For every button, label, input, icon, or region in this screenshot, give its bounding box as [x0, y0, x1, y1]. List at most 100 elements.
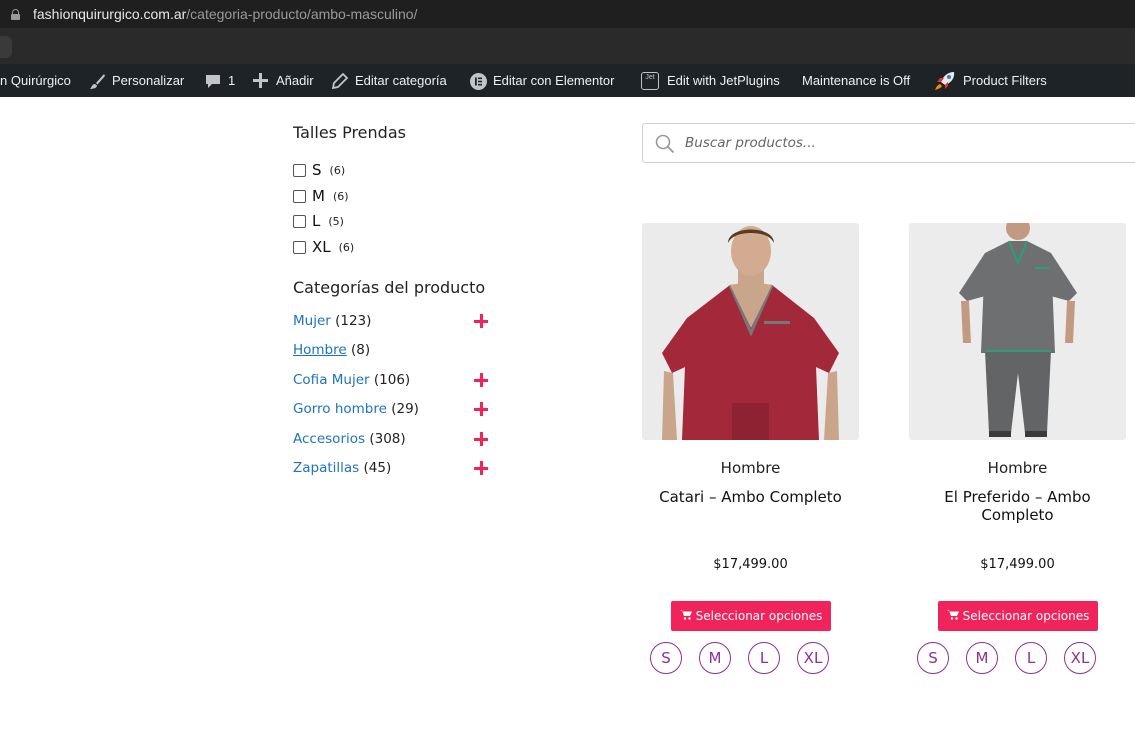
category-count: (123)	[335, 313, 372, 329]
admin-bar-maintenance[interactable]: Maintenance is Off	[802, 64, 910, 97]
category-count: (29)	[391, 401, 419, 417]
product-category: Hombre	[987, 459, 1048, 477]
admin-bar-product-filters[interactable]: Product Filters	[934, 64, 1047, 97]
cart-icon	[679, 609, 692, 623]
product-image[interactable]	[642, 223, 859, 440]
select-options-label: Seleccionar opciones	[962, 609, 1090, 623]
size-swatch[interactable]: M	[966, 642, 998, 674]
size-filter-xl[interactable]: XL (6)	[293, 238, 354, 256]
size-swatch[interactable]: S	[650, 642, 682, 674]
product-title[interactable]: El Preferido – Ambo Completo	[909, 488, 1126, 524]
select-options-button[interactable]: Seleccionar opciones	[671, 601, 831, 631]
admin-bar-edit-elementor[interactable]: Editar con Elementor	[470, 64, 614, 97]
url-path: /categoria-producto/ambo-masculino/	[186, 6, 418, 22]
product-price: $17,499.00	[980, 557, 1055, 572]
sizes-widget-title: Talles Prendas	[293, 123, 406, 142]
category-count: (308)	[369, 431, 406, 447]
size-label: XL	[312, 238, 331, 256]
category-item-zapatillas: Zapatillas (45)	[293, 460, 493, 480]
edit-jetplugins-label: Edit with JetPlugins	[667, 73, 780, 88]
size-swatch[interactable]: L	[1015, 642, 1047, 674]
admin-bar-customize[interactable]: Personalizar	[89, 64, 184, 97]
category-link[interactable]: Cofia Mujer	[293, 372, 370, 388]
search-input[interactable]	[683, 124, 1123, 162]
plus-icon	[253, 72, 269, 89]
size-swatch[interactable]: S	[917, 642, 949, 674]
expand-plus-icon[interactable]	[474, 461, 488, 475]
category-count: (106)	[373, 372, 411, 388]
admin-bar-site-name[interactable]: n Quirúrgico	[0, 64, 71, 97]
size-label: L	[312, 212, 321, 230]
size-count: (5)	[328, 214, 344, 228]
expand-plus-icon[interactable]	[474, 402, 488, 416]
size-swatches: S M L XL	[650, 642, 829, 674]
edit-elementor-label: Editar con Elementor	[493, 73, 615, 88]
size-swatch[interactable]: M	[699, 642, 731, 674]
category-item-hombre: Hombre (8)	[293, 342, 493, 362]
pencil-icon	[332, 72, 348, 89]
size-count: (6)	[329, 163, 346, 177]
browser-url-bar[interactable]: fashionquirurgico.com.ar/categoria-produ…	[0, 0, 1135, 28]
search-icon[interactable]	[655, 134, 675, 154]
comments-count: 1	[228, 73, 236, 88]
category-count: (8)	[351, 342, 371, 358]
browser-toolbar	[0, 28, 1135, 64]
admin-bar-comments[interactable]: 1	[205, 64, 235, 97]
maintenance-label: Maintenance is Off	[802, 73, 911, 88]
size-filter-l[interactable]: L (5)	[293, 212, 344, 230]
edit-category-label: Editar categoría	[355, 73, 447, 88]
toolbar-tab-edge	[0, 36, 12, 58]
category-item-mujer: Mujer (123)	[293, 313, 493, 333]
categories-widget-title: Categorías del producto	[293, 278, 486, 297]
lock-icon	[11, 9, 20, 20]
url-text[interactable]: fashionquirurgico.com.ar/categoria-produ…	[33, 6, 417, 22]
site-name-label: n Quirúrgico	[0, 73, 71, 88]
size-swatch[interactable]: XL	[797, 642, 829, 674]
cart-icon	[946, 609, 959, 623]
comment-icon	[205, 73, 221, 89]
size-checkbox[interactable]	[293, 240, 306, 254]
size-checkbox[interactable]	[293, 163, 306, 177]
customize-label: Personalizar	[112, 73, 185, 88]
category-link-active[interactable]: Hombre	[293, 342, 347, 358]
paintbrush-icon	[89, 73, 105, 89]
category-item-gorro-hombre: Gorro hombre (29)	[293, 401, 493, 421]
product-title[interactable]: Catari – Ambo Completo	[642, 488, 859, 506]
size-filter-s[interactable]: S (6)	[293, 161, 345, 179]
expand-plus-icon[interactable]	[474, 432, 488, 446]
elementor-icon	[470, 72, 487, 90]
wp-admin-bar: n Quirúrgico Personalizar 1 Añadir Edita…	[0, 64, 1135, 97]
size-checkbox[interactable]	[293, 189, 306, 203]
size-swatch[interactable]: L	[748, 642, 780, 674]
size-count: (6)	[338, 240, 355, 254]
admin-bar-add-new[interactable]: Añadir	[253, 64, 314, 97]
select-options-label: Seleccionar opciones	[695, 609, 823, 623]
expand-plus-icon[interactable]	[474, 314, 488, 328]
category-link[interactable]: Mujer	[293, 313, 331, 329]
size-label: S	[312, 161, 322, 179]
category-link[interactable]: Zapatillas	[293, 460, 359, 476]
jetplugins-icon: Jet	[641, 71, 659, 90]
size-checkbox[interactable]	[293, 214, 306, 228]
product-image[interactable]	[909, 223, 1126, 440]
product-category: Hombre	[720, 459, 781, 477]
product-search	[642, 123, 1135, 163]
url-domain: fashionquirurgico.com.ar	[33, 6, 187, 22]
size-label: M	[312, 187, 325, 205]
category-item-cofia-mujer: Cofia Mujer (106)	[293, 372, 493, 392]
category-item-accesorios: Accesorios (308)	[293, 431, 493, 451]
category-link[interactable]: Accesorios	[293, 431, 365, 447]
size-filter-m[interactable]: M (6)	[293, 187, 349, 205]
admin-bar-jetplugins[interactable]: Jet Edit with JetPlugins	[641, 64, 780, 97]
admin-bar-edit-category[interactable]: Editar categoría	[332, 64, 447, 97]
category-count: (45)	[363, 460, 392, 476]
size-swatch[interactable]: XL	[1064, 642, 1096, 674]
size-count: (6)	[332, 189, 349, 203]
rocket-icon	[934, 71, 956, 91]
product-price: $17,499.00	[713, 557, 788, 572]
jet-icon-text: Jet	[645, 73, 655, 81]
category-link[interactable]: Gorro hombre	[293, 401, 387, 417]
add-new-label: Añadir	[276, 73, 314, 88]
select-options-button[interactable]: Seleccionar opciones	[938, 601, 1098, 631]
expand-plus-icon[interactable]	[474, 373, 488, 387]
